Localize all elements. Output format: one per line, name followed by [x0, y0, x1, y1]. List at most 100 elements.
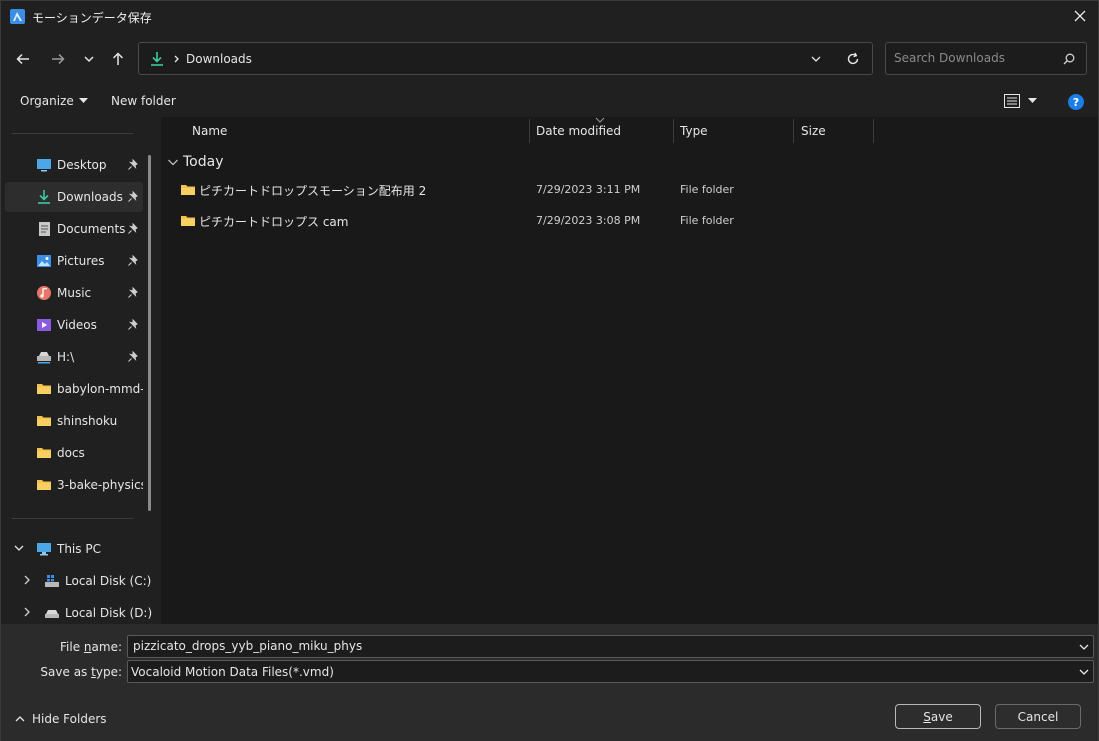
view-options-button[interactable]	[1004, 94, 1037, 108]
pin-icon[interactable]	[127, 287, 139, 299]
chevron-down-icon[interactable]	[14, 543, 24, 553]
new-folder-button[interactable]: New folder	[111, 94, 176, 108]
back-button[interactable]	[11, 47, 35, 71]
file-name-label: File name:	[41, 640, 122, 654]
nav-item-docs[interactable]: docs	[5, 438, 143, 468]
column-separator[interactable]	[793, 119, 794, 143]
file-name-field[interactable]	[127, 635, 1094, 658]
folder-icon	[37, 480, 51, 490]
nav-item-downloads[interactable]: Downloads	[5, 182, 143, 212]
organize-button[interactable]: Organize	[20, 94, 88, 108]
refresh-icon[interactable]	[846, 52, 860, 66]
close-button[interactable]	[1062, 1, 1098, 31]
app-icon	[10, 9, 25, 24]
nav-item-label: docs	[57, 446, 85, 460]
up-button[interactable]	[106, 47, 130, 71]
nav-item-pictures[interactable]: Pictures	[5, 246, 143, 276]
pin-icon[interactable]	[127, 351, 139, 363]
label-part: ype:	[95, 665, 122, 679]
file-row[interactable]: ピチカートドロップスモーション配布用 2 7/29/2023 3:11 PM F…	[161, 175, 1098, 205]
hide-folders-label: Hide Folders	[32, 712, 107, 726]
column-header-type[interactable]: Type	[680, 117, 793, 145]
command-bar: Organize New folder ?	[1, 87, 1098, 117]
group-label: Today	[183, 154, 224, 170]
nav-item-this-pc[interactable]: This PC	[5, 534, 161, 564]
chevron-right-icon[interactable]	[22, 575, 32, 585]
search-box[interactable]	[885, 42, 1087, 75]
column-header-label: Name	[192, 124, 228, 138]
label-part: File	[60, 640, 84, 654]
chevron-down-icon	[1079, 669, 1089, 675]
chevron-right-icon	[174, 55, 179, 63]
pin-icon[interactable]	[127, 159, 139, 171]
chevron-down-icon[interactable]	[1079, 642, 1089, 652]
address-bar[interactable]: Downloads	[138, 42, 873, 75]
chevron-right-icon[interactable]	[22, 607, 32, 617]
nav-item-label: shinshoku	[57, 414, 118, 428]
nav-item-label: babylon-mmd-l	[57, 382, 143, 396]
pictures-icon	[37, 255, 51, 267]
file-date: 7/29/2023 3:11 PM	[536, 183, 641, 196]
nav-item-local-disk-d[interactable]: Local Disk (D:)	[5, 598, 161, 624]
caret-down-icon	[1028, 98, 1037, 103]
nav-item-desktop[interactable]: Desktop	[5, 150, 143, 180]
column-separator[interactable]	[673, 119, 674, 143]
arrow-right-icon	[52, 53, 65, 65]
recent-locations-button[interactable]	[77, 47, 101, 71]
help-button[interactable]: ?	[1068, 94, 1084, 110]
file-name: ピチカートドロップスモーション配布用 2	[199, 184, 427, 198]
column-header-label: Size	[801, 124, 826, 138]
details-view-icon	[1004, 94, 1020, 108]
chevron-down-icon[interactable]	[810, 53, 822, 65]
nav-item-documents[interactable]: Documents	[5, 214, 143, 244]
access-key: S	[923, 709, 931, 724]
caret-down-icon	[78, 98, 88, 103]
file-type: File folder	[680, 183, 734, 196]
pin-icon[interactable]	[127, 191, 139, 203]
nav-item-3-bake-physics[interactable]: 3-bake-physics-	[5, 470, 143, 500]
folder-icon	[37, 416, 51, 426]
column-separator[interactable]	[873, 119, 874, 143]
search-icon	[1063, 53, 1075, 65]
folder-icon	[37, 448, 51, 458]
drive-icon	[45, 610, 59, 618]
window-title: モーションデータ保存	[32, 11, 152, 25]
nav-item-local-disk-c[interactable]: Local Disk (C:)	[5, 566, 161, 596]
pin-icon[interactable]	[127, 255, 139, 267]
column-header-name[interactable]: Name	[192, 117, 529, 145]
save-type-select[interactable]: Vocaloid Motion Data Files(*.vmd)	[127, 660, 1094, 683]
nav-item-babylon-mmd[interactable]: babylon-mmd-l	[5, 374, 143, 404]
pin-icon[interactable]	[127, 319, 139, 331]
navigation-pane: Desktop Downloads Documents Pictures Mus…	[1, 117, 161, 624]
chevron-down-icon	[168, 159, 178, 166]
column-header-date-modified[interactable]: Date modified	[536, 117, 673, 145]
title-bar: モーションデータ保存	[1, 1, 1098, 31]
forward-button[interactable]	[46, 47, 70, 71]
arrow-up-icon	[112, 52, 124, 65]
button-label: Cancel	[1017, 709, 1059, 724]
breadcrumb-downloads[interactable]: Downloads	[186, 52, 252, 66]
nav-item-videos[interactable]: Videos	[5, 310, 143, 340]
nav-item-label: Local Disk (C:)	[65, 574, 152, 588]
label-part: ame:	[91, 640, 122, 654]
cancel-button[interactable]: Cancel	[995, 704, 1081, 729]
hide-folders-button[interactable]: Hide Folders	[15, 712, 107, 726]
group-header-today[interactable]: Today	[167, 154, 224, 170]
save-type-label: Save as type:	[21, 665, 122, 679]
nav-scrollbar[interactable]	[148, 155, 151, 511]
column-separator[interactable]	[529, 119, 530, 143]
nav-item-music[interactable]: Music	[5, 278, 143, 308]
search-input[interactable]	[894, 51, 1054, 65]
nav-item-h-drive[interactable]: H:\	[5, 342, 143, 372]
file-row[interactable]: ピチカートドロップス cam 7/29/2023 3:08 PM File fo…	[161, 206, 1098, 236]
column-header-size[interactable]: Size	[801, 117, 873, 145]
file-name-input[interactable]	[133, 639, 1053, 653]
save-button[interactable]: Save	[895, 704, 981, 729]
nav-divider	[12, 133, 133, 134]
pin-icon[interactable]	[127, 223, 139, 235]
close-icon	[1074, 10, 1086, 22]
computer-icon	[37, 543, 51, 556]
nav-item-label: This PC	[57, 542, 101, 556]
file-name: ピチカートドロップス cam	[199, 215, 349, 229]
nav-item-shinshoku[interactable]: shinshoku	[5, 406, 143, 436]
